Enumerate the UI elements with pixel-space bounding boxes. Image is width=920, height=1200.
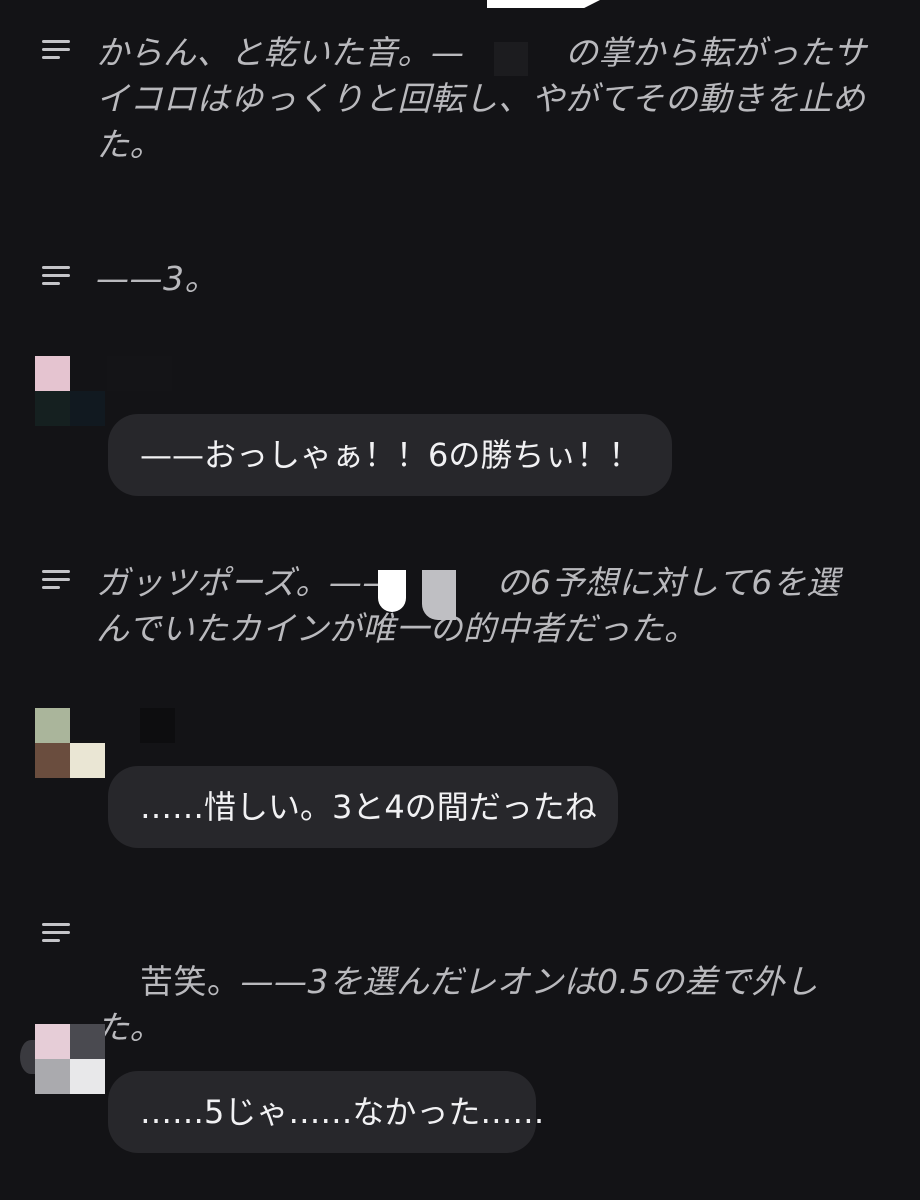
narration-text: 苦笑。——3を選んだレオンは0.5の差で外した。 [96, 913, 871, 1097]
narration-text: からん、と乾いた音。— の掌から転がったサイコロはゆっくりと回転し、やがてその動… [96, 33, 867, 164]
redacted-name [494, 42, 528, 76]
avatar[interactable] [0, 708, 175, 780]
message-text: ……5じゃ……なかった…… [140, 1093, 545, 1131]
narration-prefix: 苦笑。 [139, 962, 241, 1001]
avatar[interactable] [0, 1024, 108, 1096]
chat-message-bubble: ……5じゃ……なかった…… [108, 1071, 544, 1153]
chat-message-bubble: ——おっしゃぁ！！6の勝ちぃ！！ [108, 414, 672, 496]
narration-lines-icon [42, 266, 70, 286]
redacted-name [422, 570, 456, 620]
chat-message-bubble: ……惜しい。3と4の間だったね [108, 766, 618, 848]
redacted-name [378, 570, 406, 612]
avatar[interactable] [0, 356, 172, 428]
top-tab-indicator [487, 0, 600, 8]
message-text: ——おっしゃぁ！！6の勝ちぃ！！ [140, 436, 641, 474]
message-text: ……惜しい。3と4の間だったね [140, 788, 597, 826]
redacted-name [408, 570, 422, 610]
narration-text: ——3。 [96, 259, 218, 298]
narration-text: ガッツポーズ。—— の6予想に対して6を選んでいたカインが唯一の的中者だった。 [96, 563, 840, 648]
narration-lines-icon [42, 570, 70, 590]
narration-lines-icon [42, 40, 70, 60]
narration-lines-icon [42, 923, 70, 943]
